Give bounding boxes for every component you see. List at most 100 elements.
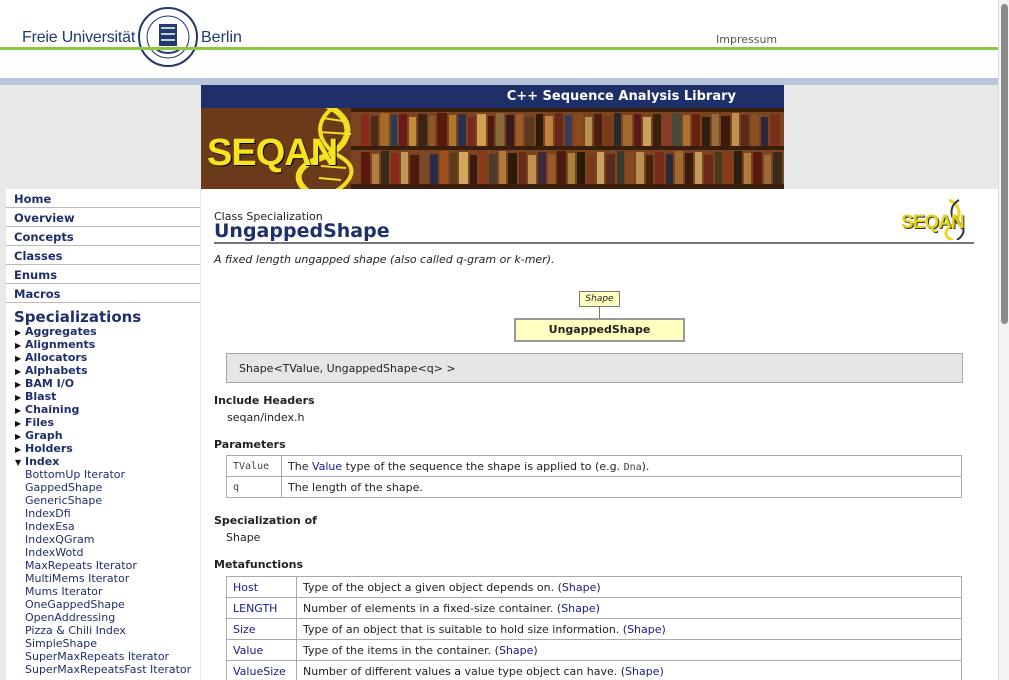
category-label: Alignments	[25, 338, 96, 351]
index-subitem-link[interactable]: SuperMaxRepeatsFast Iterator	[6, 663, 200, 676]
metafunction-link[interactable]: ValueSize	[233, 665, 286, 678]
diagram-self-node: UngappedShape	[514, 318, 685, 342]
university-name-left[interactable]: Freie Universität	[22, 29, 135, 47]
metafunction-row: Host Type of the object a given object de…	[226, 576, 962, 598]
banner-logo[interactable]: SEQAN	[207, 132, 338, 175]
banner-image: SEQAN	[201, 108, 784, 189]
desc-text: The length of the shape.	[288, 480, 423, 494]
category-item[interactable]: ▶ Aggregates	[6, 325, 200, 338]
university-name-right[interactable]: Berlin	[201, 29, 242, 47]
index-subitem-link[interactable]: Mums Iterator	[6, 585, 200, 598]
index-subitem-link[interactable]: IndexWotd	[6, 546, 200, 559]
category-label: Chaining	[25, 403, 80, 416]
diagram-parent-node[interactable]: Shape	[579, 291, 620, 307]
desc-text: ).	[641, 459, 650, 473]
category-item[interactable]: ▶ Allocators	[6, 351, 200, 364]
metafunction-description: Number of elements in a fixed-size conta…	[296, 597, 962, 619]
category-label: Files	[25, 416, 55, 429]
category-label: Aggregates	[25, 325, 97, 338]
metafunction-row: Size Type of an object that is suitable t…	[226, 618, 962, 640]
index-subitem-link[interactable]: GenericShape	[6, 494, 200, 507]
specialization-of-heading: Specialization of	[214, 514, 317, 527]
metafunctions-heading: Metafunctions	[214, 558, 304, 571]
sidebar-nav-item[interactable]: Home	[6, 189, 200, 208]
seqan-banner: C++ Sequence Analysis Library SEQAN	[201, 85, 784, 189]
index-subitem-link[interactable]: GappedShape	[6, 481, 200, 494]
metafunction-name-cell: ValueSize	[226, 660, 297, 680]
university-seal-icon[interactable]	[137, 6, 199, 68]
category-item[interactable]: ▶ Files	[6, 416, 200, 429]
banner-tagline: C++ Sequence Analysis Library	[201, 85, 784, 108]
include-header-value: seqan/index.h	[227, 411, 305, 424]
category-item[interactable]: ▶ Graph	[6, 429, 200, 442]
index-subitem-link[interactable]: SuperMaxRepeats Iterator	[6, 650, 200, 663]
scrollbar-thumb[interactable]	[1001, 4, 1008, 324]
category-label: Blast	[25, 390, 57, 403]
index-subitem-link[interactable]: MaxRepeats Iterator	[6, 559, 200, 572]
category-index[interactable]: ▼ Index	[6, 455, 200, 468]
impressum-link[interactable]: Impressum	[716, 33, 777, 46]
index-subitem-link[interactable]: OneGappedShape	[6, 598, 200, 611]
parameter-description: The Value type of the sequence the shape…	[281, 455, 962, 477]
triangle-down-icon: ▼	[15, 458, 22, 467]
metafunction-link[interactable]: Host	[233, 581, 258, 594]
shape-link[interactable]: Shape	[561, 602, 595, 615]
metafunction-link[interactable]: Size	[233, 623, 256, 636]
category-label: Index	[25, 455, 60, 468]
shape-link[interactable]: Shape	[562, 581, 596, 594]
desc-text: Type of the object a given object depend…	[303, 580, 562, 594]
desc-text: )	[659, 664, 664, 678]
parameter-name: TValue	[226, 455, 282, 477]
index-subitem-link[interactable]: IndexQGram	[6, 533, 200, 546]
seqan-logo[interactable]: SEQAN	[901, 198, 973, 240]
sidebar-nav-item[interactable]: Classes	[6, 246, 200, 265]
specialization-of-link[interactable]: Shape	[226, 531, 260, 544]
desc-text: Number of different values a value type …	[303, 664, 626, 678]
desc-text: type of the sequence the shape is applie…	[342, 459, 624, 473]
category-item[interactable]: ▶ Alignments	[6, 338, 200, 351]
metafunction-description: Type of the object a given object depend…	[296, 576, 962, 598]
parameter-description: The length of the shape.	[281, 476, 962, 498]
sidebar-nav: Home Overview Concepts Classes Enums Macros	[6, 189, 200, 303]
index-subitem-link[interactable]: BottomUp Iterator	[6, 468, 200, 481]
page-title: UngappedShape	[214, 220, 390, 242]
metafunction-description: Number of different values a value type …	[296, 660, 962, 680]
metafunction-link[interactable]: Value	[233, 644, 263, 657]
summary-text: A fixed length ungapped shape (also call…	[214, 253, 555, 266]
category-item[interactable]: ▶ Chaining	[6, 403, 200, 416]
category-item[interactable]: ▶ Blast	[6, 390, 200, 403]
title-divider	[214, 242, 974, 244]
sidebar-nav-item[interactable]: Enums	[6, 265, 200, 284]
parameter-name: q	[226, 476, 282, 498]
metafunction-name-cell: Size	[226, 618, 297, 640]
desc-text: Type of the items in the container. (	[303, 643, 499, 657]
category-item[interactable]: ▶ Holders	[6, 442, 200, 455]
index-subitem-link[interactable]: MultiMems Iterator	[6, 572, 200, 585]
index-subitem-link[interactable]: Pizza & Chili Index	[6, 624, 200, 637]
metafunction-link[interactable]: LENGTH	[233, 602, 277, 615]
shape-link[interactable]: Shape	[627, 623, 661, 636]
code-text: Dna	[623, 461, 642, 473]
shape-link[interactable]: Shape	[625, 665, 659, 678]
desc-text: )	[595, 601, 600, 615]
category-item[interactable]: ▶ Alphabets	[6, 364, 200, 377]
index-subitem-link[interactable]: OpenAddressing	[6, 611, 200, 624]
index-subitem-link[interactable]: IndexEsa	[6, 520, 200, 533]
sidebar: Home Overview Concepts Classes Enums Macros S…	[6, 189, 200, 680]
index-subitem-link[interactable]: SimpleShape	[6, 637, 200, 650]
metafunction-name-cell: Value	[226, 639, 297, 661]
sidebar-nav-item[interactable]: Overview	[6, 208, 200, 227]
sidebar-nav-item[interactable]: Macros	[6, 284, 200, 303]
parameters-heading: Parameters	[214, 438, 286, 451]
value-link[interactable]: Value	[312, 460, 342, 473]
sidebar-nav-item[interactable]: Concepts	[6, 227, 200, 246]
category-list: ▶ Aggregates ▶ Alignments ▶ Allocators ▶ Alphab…	[6, 325, 200, 455]
category-item[interactable]: ▶ BAM I/O	[6, 377, 200, 390]
category-label: Allocators	[25, 351, 88, 364]
metafunction-row: ValueSize Number of different values a va…	[226, 660, 962, 680]
index-subitem-link[interactable]: IndexDfi	[6, 507, 200, 520]
parameters-table: TValue The Value type of the sequence the…	[226, 455, 962, 498]
main-content: Class Specialization UngappedShape SEQAN…	[201, 189, 998, 680]
shape-link[interactable]: Shape	[499, 644, 533, 657]
scrollbar[interactable]	[998, 0, 1009, 680]
